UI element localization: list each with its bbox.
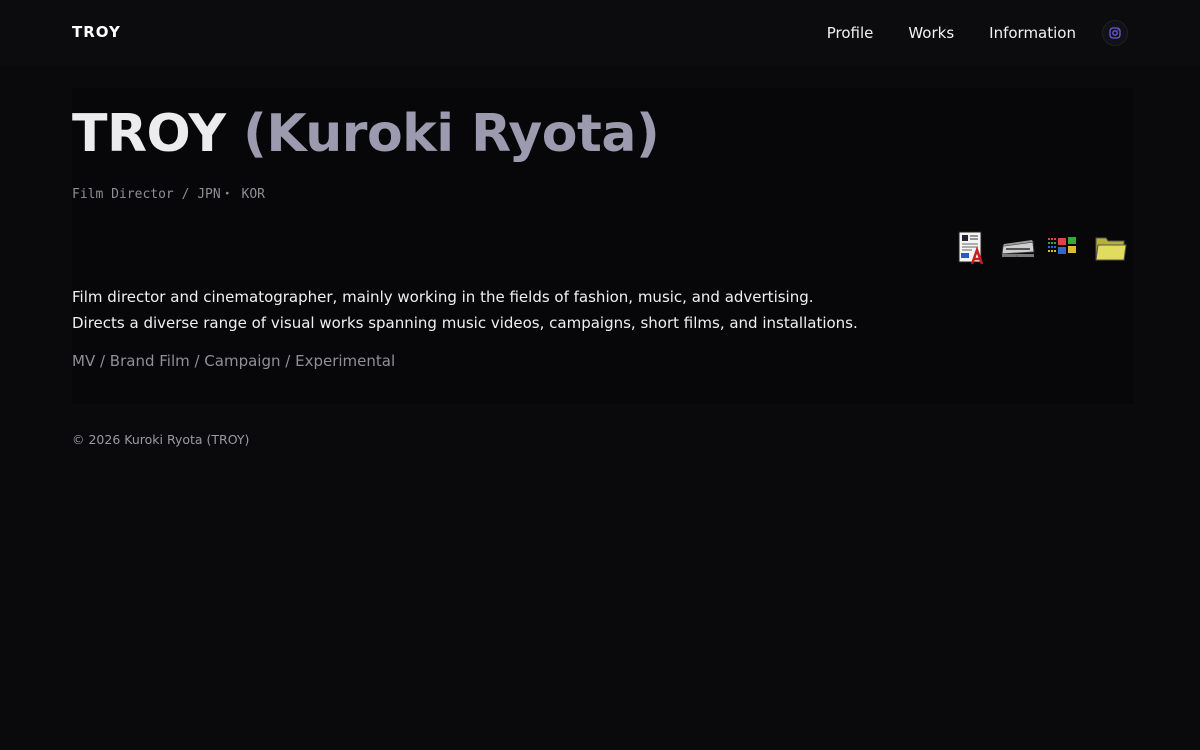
folder-icon[interactable] (1094, 230, 1128, 266)
bio-line-2: Directs a diverse range of visual works … (72, 314, 858, 332)
page-title: TROY (Kuroki Ryota) (72, 104, 660, 164)
instagram-icon (1109, 27, 1121, 39)
title-real-name: (Kuroki Ryota) (243, 104, 660, 164)
genre-tags: MV / Brand Film / Campaign / Experimenta… (72, 352, 396, 370)
site-logo[interactable]: TROY (72, 23, 121, 41)
title-name: TROY (72, 104, 226, 164)
scanner-icon[interactable] (1000, 230, 1036, 266)
copyright: © 2026 Kuroki Ryota (TROY) (72, 432, 250, 447)
windows-icon[interactable] (1046, 230, 1080, 266)
document-icon[interactable] (956, 230, 988, 266)
nav-works[interactable]: Works (908, 24, 954, 42)
nav-information[interactable]: Information (989, 24, 1076, 42)
role-subtitle: Film Director / JPN・ KOR (72, 187, 266, 202)
instagram-button[interactable] (1102, 20, 1128, 46)
bio-line-1: Film director and cinematographer, mainl… (72, 288, 814, 306)
bio-description: Film director and cinematographer, mainl… (72, 284, 858, 336)
nav-profile[interactable]: Profile (827, 24, 874, 42)
site-header: TROY Profile Works Information (0, 0, 1200, 66)
main-nav: Profile Works Information (827, 20, 1128, 46)
